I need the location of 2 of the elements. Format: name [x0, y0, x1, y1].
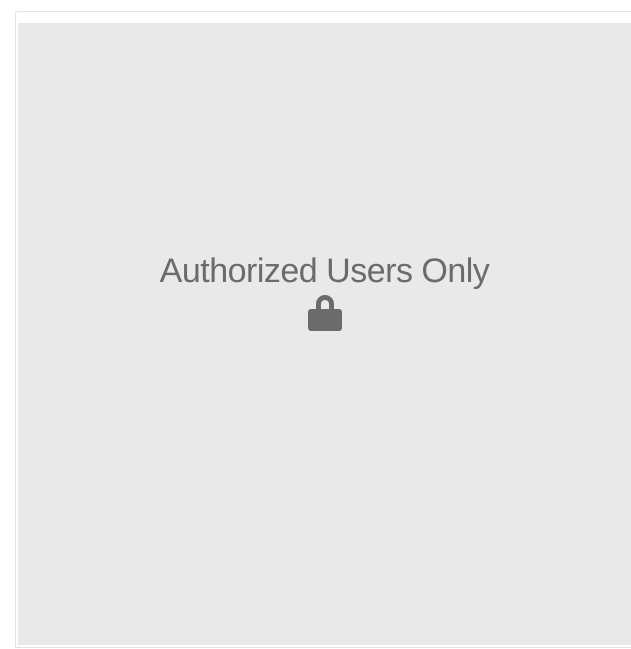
restricted-message: Authorized Users Only [160, 251, 490, 291]
lock-icon [306, 293, 342, 331]
